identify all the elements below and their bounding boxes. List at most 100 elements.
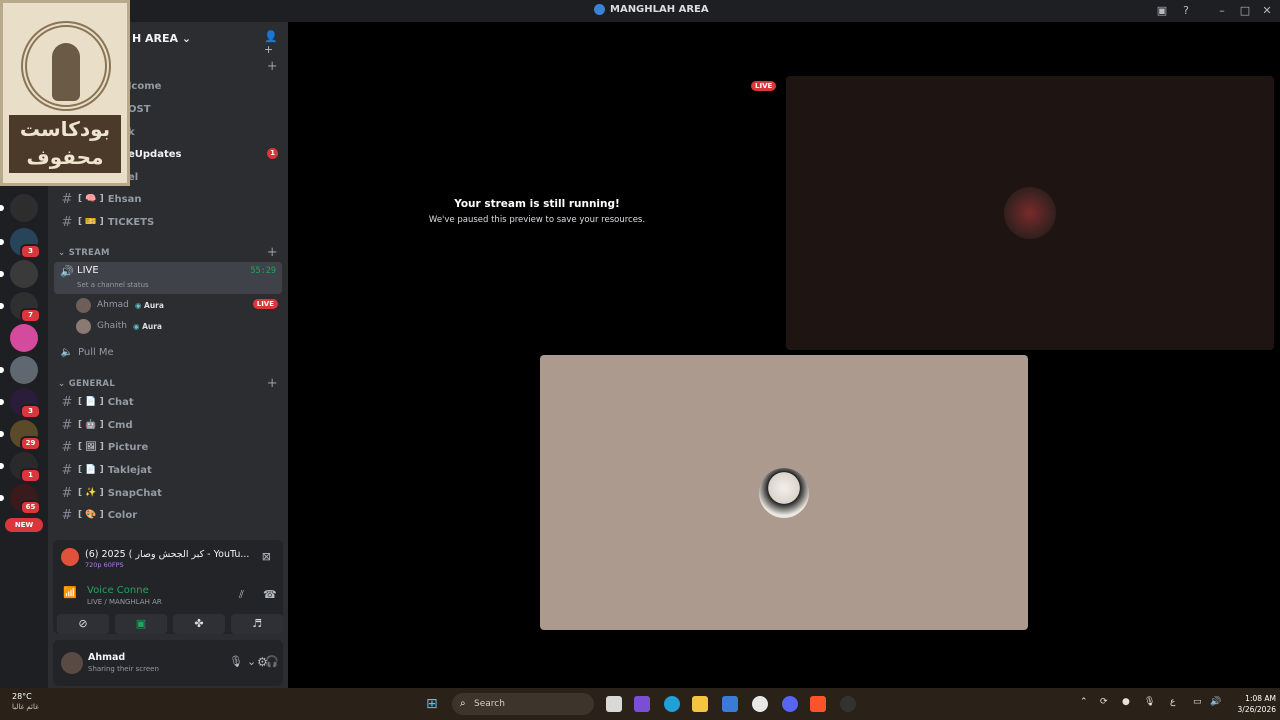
channel-ehsan[interactable]: # [ 🧠 ] Ehsan	[56, 189, 280, 209]
unread-badge: 1	[267, 148, 278, 159]
network-icon[interactable]: ▭	[1193, 697, 1202, 707]
chevron-down-icon[interactable]: ⌄	[247, 655, 256, 668]
camera-off-button[interactable]: ⊘	[57, 614, 109, 634]
edge-icon[interactable]	[664, 696, 680, 712]
task-view-icon[interactable]	[606, 696, 622, 712]
participant-avatar	[759, 467, 809, 518]
noise-suppression-icon[interactable]: ⫽	[239, 588, 244, 602]
server-icon-10[interactable]: 65	[0, 484, 41, 515]
server-icon-2[interactable]: 3	[0, 228, 41, 259]
minimize-icon[interactable]: –	[1215, 4, 1229, 18]
unread-pill	[0, 303, 4, 309]
voice-user-ahmad[interactable]: Ahmad Aura LIVE	[76, 296, 280, 314]
channel-emoji: [ 📄 ]	[78, 397, 104, 407]
copilot-icon[interactable]	[634, 696, 650, 712]
steam-icon[interactable]	[752, 696, 768, 712]
mention-badge: 1	[20, 468, 41, 483]
disconnect-icon[interactable]: ☎	[263, 588, 277, 601]
hash-icon: #	[61, 214, 73, 230]
server-icon-3[interactable]	[0, 260, 38, 288]
server-icon-5[interactable]	[10, 324, 38, 352]
channel-status-input[interactable]: Set a channel status	[77, 281, 149, 289]
channel-updates[interactable]: eUpdates 1	[128, 144, 280, 164]
speaker-icon: 🔈	[60, 346, 74, 358]
user-name[interactable]: Ahmad	[88, 652, 125, 663]
server-name: H AREA	[132, 32, 179, 45]
server-icon-8[interactable]: 29	[0, 420, 41, 451]
voice-user-ghaith[interactable]: Ghaith Aura	[76, 317, 280, 335]
activities-button[interactable]: ✤	[173, 614, 225, 634]
channel-tickets[interactable]: # [ 🎫 ] TICKETS	[56, 212, 280, 232]
server-name-header[interactable]: H AREA ⌄	[132, 32, 191, 45]
brave-icon[interactable]	[810, 696, 826, 712]
clan-tag: Aura	[135, 301, 164, 310]
server-icon-9[interactable]: 1	[0, 452, 41, 483]
paused-subtitle: We've paused this preview to save your r…	[428, 215, 646, 225]
server-icon-7[interactable]: 3	[0, 388, 41, 419]
add-channel-icon[interactable]: +	[267, 245, 278, 260]
store-icon[interactable]	[722, 696, 738, 712]
channel-cmd[interactable]: # [ 🤖 ] Cmd	[56, 415, 280, 435]
new-servers-badge[interactable]: NEW	[5, 518, 43, 532]
channel-picture[interactable]: # [ 🖼 ] Picture	[56, 437, 280, 457]
hash-icon: #	[61, 485, 73, 501]
screen-share-button[interactable]: ▣	[115, 614, 167, 634]
user-avatar[interactable]	[61, 652, 83, 674]
clock[interactable]: 1:08 AM 3/26/2026	[1226, 693, 1276, 715]
channel-label: Chat	[107, 396, 134, 408]
invite-people-icon[interactable]: 👤+	[264, 30, 278, 56]
channel-snapchat[interactable]: # [ ✨ ] SnapChat	[56, 483, 280, 503]
participant-tile[interactable]	[540, 355, 1028, 630]
channel-label: Pull Me	[78, 346, 114, 358]
participant-tile[interactable]	[786, 76, 1274, 350]
maximize-icon[interactable]: □	[1238, 4, 1252, 18]
soundboard-button[interactable]: ♬	[231, 614, 283, 634]
discord-icon[interactable]	[782, 696, 798, 712]
voice-connected-label[interactable]: Voice Conne	[87, 585, 149, 596]
weather-widget[interactable]: 28°C غائم غالبا	[12, 692, 39, 711]
podcast-logo-overlay: بودكاست محفوف	[0, 0, 130, 186]
category-stream[interactable]: ⌄ STREAM +	[58, 245, 278, 260]
signal-icon: 📶	[63, 586, 77, 599]
channel-chat[interactable]: # [ 📄 ] Chat	[56, 392, 280, 412]
add-channel-icon[interactable]: +	[267, 376, 278, 391]
window-title: MANGHLAH AREA	[594, 4, 709, 15]
language-indicator[interactable]: ع	[1170, 697, 1175, 707]
inbox-icon[interactable]: ▣	[1155, 4, 1169, 18]
voice-connected-sub[interactable]: LIVE / MANGHLAH AR	[87, 598, 162, 606]
voice-channel-pull-me[interactable]: 🔈 Pull Me	[56, 342, 280, 362]
mention-badge: 7	[20, 308, 41, 323]
category-general[interactable]: ⌄ GENERAL +	[58, 376, 278, 391]
unread-pill	[0, 463, 4, 469]
channel-emoji: [ 📄 ]	[78, 465, 104, 475]
server-icon-6[interactable]	[0, 356, 38, 384]
voice-channel-live[interactable]: 🔊 LIVE 55:29 Set a channel status	[54, 262, 282, 294]
sync-icon[interactable]: ⟳	[1100, 697, 1108, 707]
windows-start-icon[interactable]: ⊞	[426, 696, 442, 712]
user-status: Sharing their screen	[88, 665, 159, 673]
stop-stream-icon[interactable]: ⊠	[262, 550, 271, 563]
hash-icon: #	[61, 417, 73, 433]
mic-icon[interactable]: 🎙	[229, 655, 243, 668]
settings-gear-icon[interactable]: ⚙	[257, 655, 268, 669]
channel-taklejat[interactable]: # [ 📄 ] Taklejat	[56, 460, 280, 480]
unread-pill	[0, 399, 4, 405]
mic-tray-icon[interactable]: 🎙	[1144, 697, 1155, 707]
volume-icon[interactable]: 🔊	[1210, 697, 1221, 707]
weather-condition: غائم غالبا	[12, 703, 39, 711]
tray-app-icon[interactable]: ●	[1122, 697, 1130, 707]
speaker-icon: 🔊	[60, 265, 74, 278]
file-explorer-icon[interactable]	[692, 696, 708, 712]
chevron-up-icon[interactable]: ⌃	[1080, 697, 1088, 707]
add-channel-icon[interactable]: +	[267, 59, 278, 74]
voice-channel-name: LIVE	[77, 265, 99, 276]
mention-badge: 3	[20, 244, 41, 259]
close-icon[interactable]: ✕	[1260, 4, 1274, 18]
channel-color[interactable]: # [ 🎨 ] Color	[56, 505, 280, 525]
server-icon-1[interactable]	[0, 194, 38, 222]
server-icon-4[interactable]: 7	[0, 292, 41, 323]
obs-icon[interactable]	[840, 696, 856, 712]
help-icon[interactable]: ?	[1179, 4, 1193, 18]
taskbar-search[interactable]: ⌕ Search	[452, 693, 594, 715]
taskbar: 28°C غائم غالبا ⊞ ⌕ Search ⌃ ⟳ ● 🎙 ع ▭ 🔊 …	[0, 688, 1280, 720]
